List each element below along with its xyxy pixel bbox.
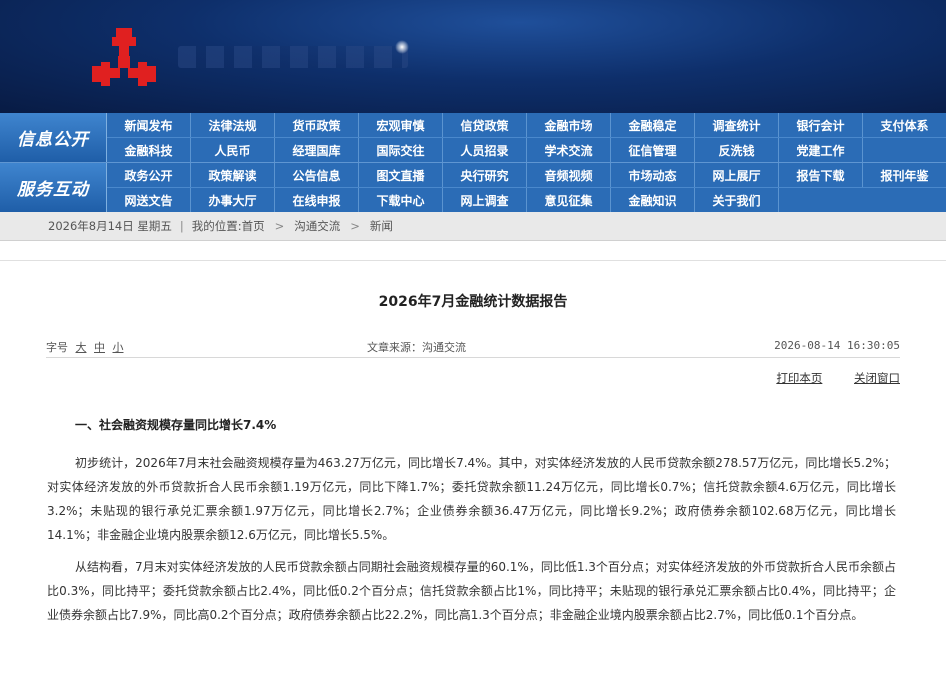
article-datetime: 2026-08-14 16:30:05 xyxy=(774,339,900,352)
chevron-right-icon: > xyxy=(274,219,285,233)
nav-item-service-row1-7[interactable]: 网上展厅 xyxy=(695,163,779,187)
banner-glow xyxy=(395,40,409,54)
article-title: 2026年7月金融统计数据报告 xyxy=(378,294,568,310)
article-container: 2026年7月金融统计数据报告 字号 大 中 小 文章来源：沟通交流 2026-… xyxy=(0,260,946,627)
nav-item-service-row2-6[interactable]: 金融知识 xyxy=(611,188,695,212)
nav-item-service-row2-0[interactable]: 网送文告 xyxy=(107,188,191,212)
font-size-label: 字号 xyxy=(46,341,68,354)
nav-item-info-row1-9[interactable]: 支付体系 xyxy=(863,113,946,137)
breadcrumb-communication-link[interactable]: 沟通交流 xyxy=(294,218,340,234)
nav-row: 新闻发布 法律法规 货币政策 宏观审慎 信贷政策 金融市场 金融稳定 调查统计 银行会计 支付体系 xyxy=(107,113,946,137)
nav-item-info-row2-0[interactable]: 金融科技 xyxy=(107,138,191,162)
service-interaction-nav: 服务互动 政务公开 政策解读 公告信息 图文直播 央行研究 音频视频 市场动态 网上展厅 报告下… xyxy=(0,162,946,212)
nav-item-service-row1-2[interactable]: 公告信息 xyxy=(275,163,359,187)
nav-item-info-row1-5[interactable]: 金融市场 xyxy=(527,113,611,137)
nav-item-info-row2-3[interactable]: 国际交往 xyxy=(359,138,443,162)
nav-item-service-row1-4[interactable]: 央行研究 xyxy=(443,163,527,187)
nav-item-service-row1-5[interactable]: 音频视频 xyxy=(527,163,611,187)
nav-item-service-row2-5[interactable]: 意见征集 xyxy=(527,188,611,212)
font-size-control: 字号 大 中 小 xyxy=(46,339,124,355)
section-heading: 一、社会融资规模存量同比增长7.4% xyxy=(75,418,277,432)
nav-row: 政务公开 政策解读 公告信息 图文直播 央行研究 音频视频 市场动态 网上展厅 报告下载 报刊年鉴 xyxy=(107,163,946,187)
breadcrumb-home-link[interactable]: 首页 xyxy=(242,218,265,234)
nav-item-service-row2-4[interactable]: 网上调查 xyxy=(443,188,527,212)
location-label: 我的位置: xyxy=(191,219,242,233)
header-banner xyxy=(0,0,946,113)
nav-section-label-info: 信息公开 xyxy=(0,113,107,162)
nav-item-service-row2-3[interactable]: 下载中心 xyxy=(359,188,443,212)
nav-item-service-row1-1[interactable]: 政策解读 xyxy=(191,163,275,187)
nav-item-service-row1-3[interactable]: 图文直播 xyxy=(359,163,443,187)
nav-item-info-row1-0[interactable]: 新闻发布 xyxy=(107,113,191,137)
nav-item-info-row2-5[interactable]: 学术交流 xyxy=(527,138,611,162)
nav-item-info-row2-8[interactable]: 党建工作 xyxy=(779,138,863,162)
nav-item-service-row2-1[interactable]: 办事大厅 xyxy=(191,188,275,212)
font-size-medium-link[interactable]: 中 xyxy=(94,341,105,354)
nav-item-info-row1-2[interactable]: 货币政策 xyxy=(275,113,359,137)
nav-row: 金融科技 人民币 经理国库 国际交往 人员招录 学术交流 征信管理 反洗钱 党建工作 xyxy=(107,137,946,162)
nav-item-service-row1-0[interactable]: 政务公开 xyxy=(107,163,191,187)
nav-item-service-row1-6[interactable]: 市场动态 xyxy=(611,163,695,187)
nav-item-info-row1-7[interactable]: 调查统计 xyxy=(695,113,779,137)
info-disclosure-nav: 信息公开 新闻发布 法律法规 货币政策 宏观审慎 信贷政策 金融市场 金融稳定 调查统计 银行会… xyxy=(0,113,946,162)
nav-item-info-row2-2[interactable]: 经理国库 xyxy=(275,138,359,162)
font-size-small-link[interactable]: 小 xyxy=(113,341,124,354)
font-size-large-link[interactable]: 大 xyxy=(76,341,87,354)
article-meta: 字号 大 中 小 文章来源：沟通交流 2026-08-14 16:30:05 xyxy=(46,337,900,358)
nav-item-service-row2-7[interactable]: 关于我们 xyxy=(695,188,779,212)
close-window-link[interactable]: 关闭窗口 xyxy=(854,371,900,385)
nav-row: 网送文告 办事大厅 在线申报 下载中心 网上调查 意见征集 金融知识 关于我们 xyxy=(107,187,946,212)
nav-item-info-row1-6[interactable]: 金融稳定 xyxy=(611,113,695,137)
nav-item-info-row1-3[interactable]: 宏观审慎 xyxy=(359,113,443,137)
nav-item-info-row2-4[interactable]: 人员招录 xyxy=(443,138,527,162)
nav-item-info-row2-7[interactable]: 反洗钱 xyxy=(695,138,779,162)
separator: | xyxy=(179,219,184,233)
current-date: 2026年8月14日 星期五 xyxy=(48,219,172,233)
bank-logo-icon xyxy=(92,28,156,86)
nav-item-service-row1-8[interactable]: 报告下载 xyxy=(779,163,863,187)
breadcrumb-news-link[interactable]: 新闻 xyxy=(370,218,393,234)
nav-item-info-row2-6[interactable]: 征信管理 xyxy=(611,138,695,162)
article-paragraph: 从结构看，7月末对实体经济发放的人民币贷款余额占同期社会融资规模存量的60.1%… xyxy=(47,560,896,622)
article-source: 文章来源：沟通交流 xyxy=(367,341,466,354)
article-actions: 打印本页 关闭窗口 xyxy=(46,370,900,386)
nav-item-info-row1-4[interactable]: 信贷政策 xyxy=(443,113,527,137)
nav-item-service-row1-9[interactable]: 报刊年鉴 xyxy=(863,163,946,187)
chevron-right-icon: > xyxy=(350,219,360,233)
nav-item-info-row1-8[interactable]: 银行会计 xyxy=(779,113,863,137)
print-page-link[interactable]: 打印本页 xyxy=(776,371,822,385)
article-paragraph: 初步统计，2026年7月末社会融资规模存量为463.27万亿元，同比增长7.4%… xyxy=(47,456,896,542)
nav-item-info-row2-1[interactable]: 人民币 xyxy=(191,138,275,162)
breadcrumb: 2026年8月14日 星期五 | 我的位置: 首页 > 沟通交流 > 新闻 xyxy=(0,212,946,241)
nav-item-info-row1-1[interactable]: 法律法规 xyxy=(191,113,275,137)
nav-item-service-row2-2[interactable]: 在线申报 xyxy=(275,188,359,212)
nav-section-label-service: 服务互动 xyxy=(0,163,107,212)
main-navigation: 信息公开 新闻发布 法律法规 货币政策 宏观审慎 信贷政策 金融市场 金融稳定 调查统计 银行会… xyxy=(0,113,946,212)
site-name-graphic xyxy=(178,46,408,68)
